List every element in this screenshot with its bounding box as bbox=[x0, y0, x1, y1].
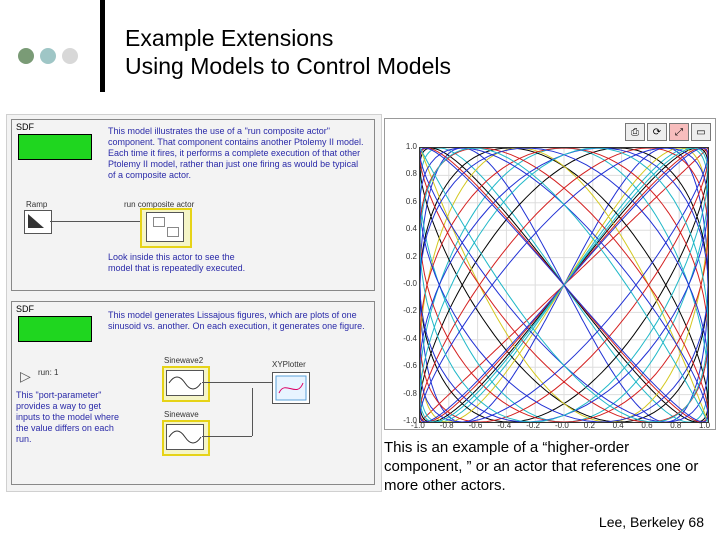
plot-toolbar: ⎙ ⟳ ⤢ ▭ bbox=[625, 123, 711, 141]
title-accent-bar bbox=[100, 0, 105, 92]
fit-icon[interactable]: ▭ bbox=[691, 123, 711, 141]
sdf-label-lower: SDF bbox=[16, 304, 34, 314]
y-tick: 1.0 bbox=[393, 142, 417, 151]
caption-text: This is an example of a “higher-order co… bbox=[384, 438, 710, 495]
print-icon[interactable]: ⎙ bbox=[625, 123, 645, 141]
sinewave2-actor bbox=[166, 370, 204, 396]
bullet-dots bbox=[18, 48, 78, 64]
title-line-2: Using Models to Control Models bbox=[125, 52, 451, 80]
ramp-icon bbox=[28, 214, 44, 228]
y-tick: -0.6 bbox=[393, 361, 417, 370]
sdf-label-upper: SDF bbox=[16, 122, 34, 132]
dot-2 bbox=[40, 48, 56, 64]
xyplotter-label: XYPlotter bbox=[272, 360, 306, 369]
ramp-actor bbox=[24, 210, 52, 234]
wire-sine2-xy bbox=[202, 382, 272, 383]
y-tick: 0.2 bbox=[393, 252, 417, 261]
sinewave-actor bbox=[166, 424, 204, 450]
x-tick: 1.0 bbox=[699, 421, 710, 430]
sinewave-label: Sinewave bbox=[164, 410, 199, 419]
reset-icon[interactable]: ⟳ bbox=[647, 123, 667, 141]
x-tick: -0.6 bbox=[469, 421, 483, 430]
y-tick: -0.0 bbox=[393, 279, 417, 288]
upper-description: This model illustrates the use of a "run… bbox=[108, 126, 366, 181]
xyplotter-icon bbox=[273, 373, 309, 403]
x-tick: -0.2 bbox=[526, 421, 540, 430]
page-title: Example Extensions Using Models to Contr… bbox=[125, 24, 451, 80]
x-tick: -0.8 bbox=[440, 421, 454, 430]
port-parameter-text: This "port-parameter" provides a way to … bbox=[16, 390, 126, 445]
y-tick: -0.2 bbox=[393, 306, 417, 315]
run-port-label: run: 1 bbox=[38, 368, 58, 377]
y-tick: 0.6 bbox=[393, 197, 417, 206]
wire-sine-xy-v bbox=[252, 388, 253, 436]
plot-area bbox=[419, 147, 709, 423]
x-tick: 0.2 bbox=[584, 421, 595, 430]
y-tick: -0.4 bbox=[393, 334, 417, 343]
y-tick: 0.4 bbox=[393, 224, 417, 233]
x-tick: -0.0 bbox=[555, 421, 569, 430]
look-inside-text: Look inside this actor to see the model … bbox=[108, 252, 258, 274]
run-port-icon: ▷ bbox=[20, 368, 31, 385]
lissajous-svg bbox=[420, 148, 708, 422]
y-tick: 0.8 bbox=[393, 169, 417, 178]
sine-icon bbox=[167, 371, 203, 395]
x-tick: 0.8 bbox=[670, 421, 681, 430]
x-tick: 0.6 bbox=[641, 421, 652, 430]
ptolemy-screenshot: SDF This model illustrates the use of a … bbox=[6, 114, 382, 492]
wire-ramp-to-comp bbox=[50, 221, 142, 222]
director-swatch-lower bbox=[18, 316, 92, 342]
slide: Example Extensions Using Models to Contr… bbox=[0, 0, 720, 540]
x-tick: -0.4 bbox=[497, 421, 511, 430]
title-line-1: Example Extensions bbox=[125, 24, 451, 52]
sinewave2-label: Sinewave2 bbox=[164, 356, 203, 365]
director-swatch-upper bbox=[18, 134, 92, 160]
zoom-icon[interactable]: ⤢ bbox=[669, 123, 689, 141]
ramp-label: Ramp bbox=[26, 200, 47, 209]
plot-window: ⎙ ⟳ ⤢ ▭ 1.0 0.8 0.6 0.4 0.2 -0.0 -0.2 -0.4 -0.6 -… bbox=[384, 118, 716, 430]
x-tick: 0.4 bbox=[613, 421, 624, 430]
xyplotter-actor bbox=[272, 372, 310, 404]
slide-footer: Lee, Berkeley 68 bbox=[599, 514, 704, 530]
wire-sine-xy-h bbox=[202, 436, 252, 437]
composite-inner-2 bbox=[167, 227, 179, 237]
run-composite-actor bbox=[146, 212, 184, 242]
lower-description: This model generates Lissajous figures, … bbox=[108, 310, 366, 332]
sine-icon-2 bbox=[167, 425, 203, 449]
composite-inner-1 bbox=[153, 217, 165, 227]
upper-model-panel: SDF This model illustrates the use of a … bbox=[11, 119, 375, 291]
lower-model-panel: SDF This model generates Lissajous figur… bbox=[11, 301, 375, 485]
dot-3 bbox=[62, 48, 78, 64]
dot-1 bbox=[18, 48, 34, 64]
x-tick: -1.0 bbox=[411, 421, 425, 430]
y-tick: -0.8 bbox=[393, 389, 417, 398]
